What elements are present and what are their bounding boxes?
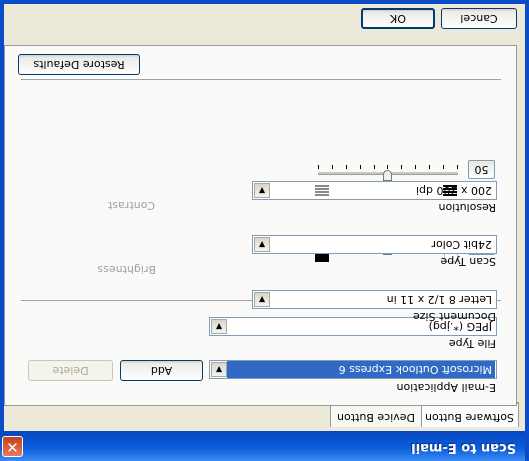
scan-to-email-dialog: Scan to E-mail ✕ Software Button Device …	[0, 0, 529, 461]
slider-tick	[332, 165, 333, 169]
tab-device-button[interactable]: Device Button	[330, 405, 422, 427]
cancel-button-label: Cancel	[460, 12, 498, 25]
delete-button-label: Delete	[52, 364, 89, 377]
slider-tick	[429, 165, 430, 169]
scan-type-label: Scan Type	[440, 255, 496, 268]
settings-panel: E-mail Application Microsoft Outlook Exp…	[4, 45, 517, 406]
restore-defaults-button[interactable]: Restore Defaults	[18, 54, 140, 75]
slider-tick	[374, 165, 375, 169]
slider-thumb[interactable]	[383, 170, 392, 181]
email-application-label: E-mail Application	[396, 381, 496, 394]
delete-button[interactable]: Delete	[28, 360, 113, 381]
chevron-down-icon[interactable]: ▼	[211, 319, 227, 334]
resolution-select[interactable]: 200 x 200 dpi ▼	[252, 181, 497, 200]
chevron-down-icon[interactable]: ▼	[254, 183, 270, 198]
document-size-value: Letter 8 1/2 x 11 in	[386, 293, 492, 306]
slider-tick	[360, 165, 361, 169]
chevron-down-icon[interactable]: ▼	[254, 237, 270, 252]
chevron-down-icon[interactable]: ▼	[211, 362, 227, 377]
slider-tick	[443, 165, 444, 169]
contrast-label: Contrast	[107, 199, 155, 212]
chevron-down-icon[interactable]: ▼	[254, 292, 270, 307]
email-application-select[interactable]: Microsoft Outlook Express 6 ▼	[209, 360, 497, 379]
close-button[interactable]: ✕	[2, 436, 23, 457]
contrast-high-icon	[443, 182, 457, 196]
document-size-select[interactable]: Letter 8 1/2 x 11 in ▼	[252, 290, 497, 309]
title-bar[interactable]: Scan to E-mail ✕	[0, 431, 525, 461]
contrast-value-box[interactable]: 50	[468, 160, 495, 179]
slider-tick	[415, 165, 416, 169]
divider	[21, 78, 501, 80]
contrast-low-icon	[315, 182, 329, 196]
slider-tick	[318, 165, 319, 169]
resolution-label: Resolution	[438, 201, 496, 214]
add-button-label: Add	[150, 364, 173, 377]
document-size-label: Document Size	[412, 310, 496, 323]
tab-label: Software Button	[425, 411, 514, 424]
brightness-label: Brightness	[97, 263, 156, 276]
restore-defaults-label: Restore Defaults	[33, 58, 125, 71]
cancel-button[interactable]: Cancel	[441, 8, 517, 29]
ok-button[interactable]: OK	[361, 8, 435, 29]
slider-tick	[346, 165, 347, 169]
contrast-slider[interactable]	[318, 162, 458, 182]
scan-type-select[interactable]: 24bit Color ▼	[252, 235, 497, 254]
ok-button-label: OK	[390, 12, 406, 25]
file-type-label: File Type	[448, 337, 496, 350]
slider-tick	[387, 165, 388, 169]
window-title: Scan to E-mail	[411, 440, 516, 455]
dialog-canvas: Scan to E-mail ✕ Software Button Device …	[0, 0, 529, 461]
email-application-value: Microsoft Outlook Express 6	[227, 361, 495, 378]
close-icon: ✕	[6, 438, 19, 456]
slider-tick	[457, 165, 458, 169]
add-button[interactable]: Add	[120, 360, 203, 381]
contrast-value: 50	[474, 163, 489, 176]
scan-type-value: 24bit Color	[431, 238, 492, 251]
slider-tick	[401, 165, 402, 169]
tab-label: Device Button	[337, 411, 415, 424]
